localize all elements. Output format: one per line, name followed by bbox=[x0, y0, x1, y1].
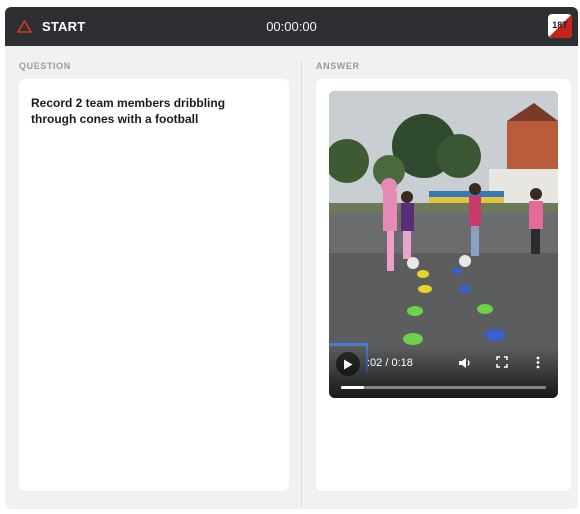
play-icon bbox=[344, 359, 353, 369]
video-controls: :02 / 0:18 bbox=[329, 346, 558, 398]
session-timer: 00:00:00 bbox=[266, 19, 317, 34]
app-window: START 00:00:00 18T QUESTION ANSWER Recor… bbox=[5, 7, 578, 509]
app-logo[interactable]: 18T bbox=[548, 14, 572, 38]
top-bar: START 00:00:00 18T bbox=[5, 7, 578, 46]
play-button[interactable] bbox=[336, 352, 360, 376]
question-card: Record 2 team members dribbling through … bbox=[19, 79, 289, 491]
video-progress-bar[interactable] bbox=[341, 386, 546, 389]
answer-section-label: ANSWER bbox=[316, 61, 360, 71]
logo-text: 18T bbox=[552, 20, 568, 30]
video-time-display: :02 / 0:18 bbox=[367, 357, 413, 369]
answer-video-player[interactable]: :02 / 0:18 bbox=[329, 91, 558, 398]
volume-icon[interactable] bbox=[458, 356, 472, 370]
question-section-label: QUESTION bbox=[19, 61, 71, 71]
fullscreen-icon[interactable] bbox=[496, 356, 508, 368]
answer-card: :02 / 0:18 bbox=[316, 79, 571, 491]
video-progress-fill bbox=[341, 386, 364, 389]
more-options-icon[interactable] bbox=[536, 356, 540, 369]
question-text: Record 2 team members dribbling through … bbox=[31, 96, 226, 126]
column-divider bbox=[301, 61, 302, 507]
